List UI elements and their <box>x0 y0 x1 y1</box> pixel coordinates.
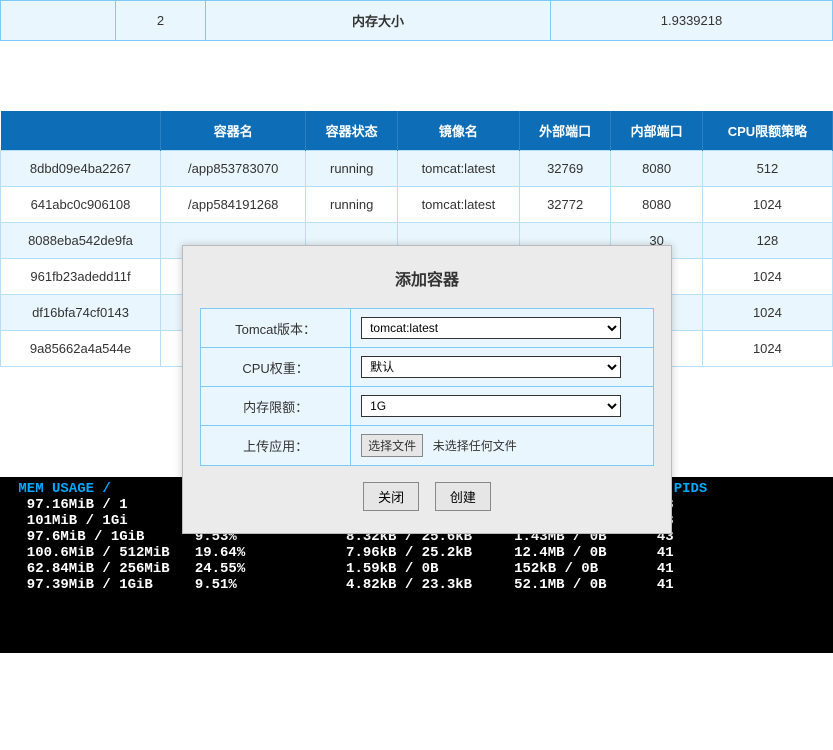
cell-status: running <box>306 151 397 187</box>
cell-int: 8080 <box>611 151 702 187</box>
cell-id: 8dbd09e4ba2267 <box>1 151 161 187</box>
cell-image: tomcat:latest <box>397 187 519 223</box>
info-cpu-count: 2 <box>116 1 206 41</box>
file-status-text: 未选择任何文件 <box>433 439 517 453</box>
cell-cpu: 1024 <box>702 331 832 367</box>
th-name: 容器名 <box>161 111 306 151</box>
cpu-weight-select[interactable]: 默认 <box>361 356 621 378</box>
add-container-modal: 添加容器 Tomcat版本： tomcat:latest CPU权重： 默认 内… <box>182 245 672 534</box>
cpu-weight-label: CPU权重： <box>201 348 351 387</box>
cell-cpu: 128 <box>702 223 832 259</box>
cell-id: 8088eba542de9fa <box>1 223 161 259</box>
close-button[interactable]: 关闭 <box>363 482 419 511</box>
cell-ext: 32772 <box>519 187 610 223</box>
choose-file-button[interactable]: 选择文件 <box>361 434 423 457</box>
tomcat-version-label: Tomcat版本： <box>201 309 351 348</box>
upload-app-label: 上传应用： <box>201 426 351 466</box>
info-table: 2 内存大小 1.9339218 <box>0 0 833 41</box>
cell-id: 9a85662a4a544e <box>1 331 161 367</box>
cell-image: tomcat:latest <box>397 151 519 187</box>
cell-cpu: 1024 <box>702 187 832 223</box>
table-row[interactable]: 8dbd09e4ba2267/app853783070runningtomcat… <box>1 151 833 187</box>
cell-status: running <box>306 187 397 223</box>
cell-id: df16bfa74cf0143 <box>1 295 161 331</box>
th-cpu: CPU限额策略 <box>702 111 832 151</box>
info-mem-label: 内存大小 <box>206 1 551 41</box>
th-intport: 内部端口 <box>611 111 702 151</box>
cell-int: 8080 <box>611 187 702 223</box>
modal-form: Tomcat版本： tomcat:latest CPU权重： 默认 内存限额： … <box>200 308 654 466</box>
cell-cpu: 1024 <box>702 295 832 331</box>
table-row[interactable]: 641abc0c906108/app584191268runningtomcat… <box>1 187 833 223</box>
cell-ext: 32769 <box>519 151 610 187</box>
cell-cpu: 1024 <box>702 259 832 295</box>
create-button[interactable]: 创建 <box>435 482 491 511</box>
modal-title: 添加容器 <box>183 246 671 308</box>
cell-cpu: 512 <box>702 151 832 187</box>
cell-name: /app584191268 <box>161 187 306 223</box>
th-image: 镜像名 <box>397 111 519 151</box>
container-table-header: 容器名 容器状态 镜像名 外部端口 内部端口 CPU限额策略 <box>1 111 833 151</box>
info-mem-value: 1.9339218 <box>551 1 833 41</box>
cell-id: 961fb23adedd11f <box>1 259 161 295</box>
th-extport: 外部端口 <box>519 111 610 151</box>
cell-name: /app853783070 <box>161 151 306 187</box>
tomcat-version-select[interactable]: tomcat:latest <box>361 317 621 339</box>
cell-id: 641abc0c906108 <box>1 187 161 223</box>
mem-limit-label: 内存限额： <box>201 387 351 426</box>
mem-limit-select[interactable]: 1G <box>361 395 621 417</box>
th-status: 容器状态 <box>306 111 397 151</box>
